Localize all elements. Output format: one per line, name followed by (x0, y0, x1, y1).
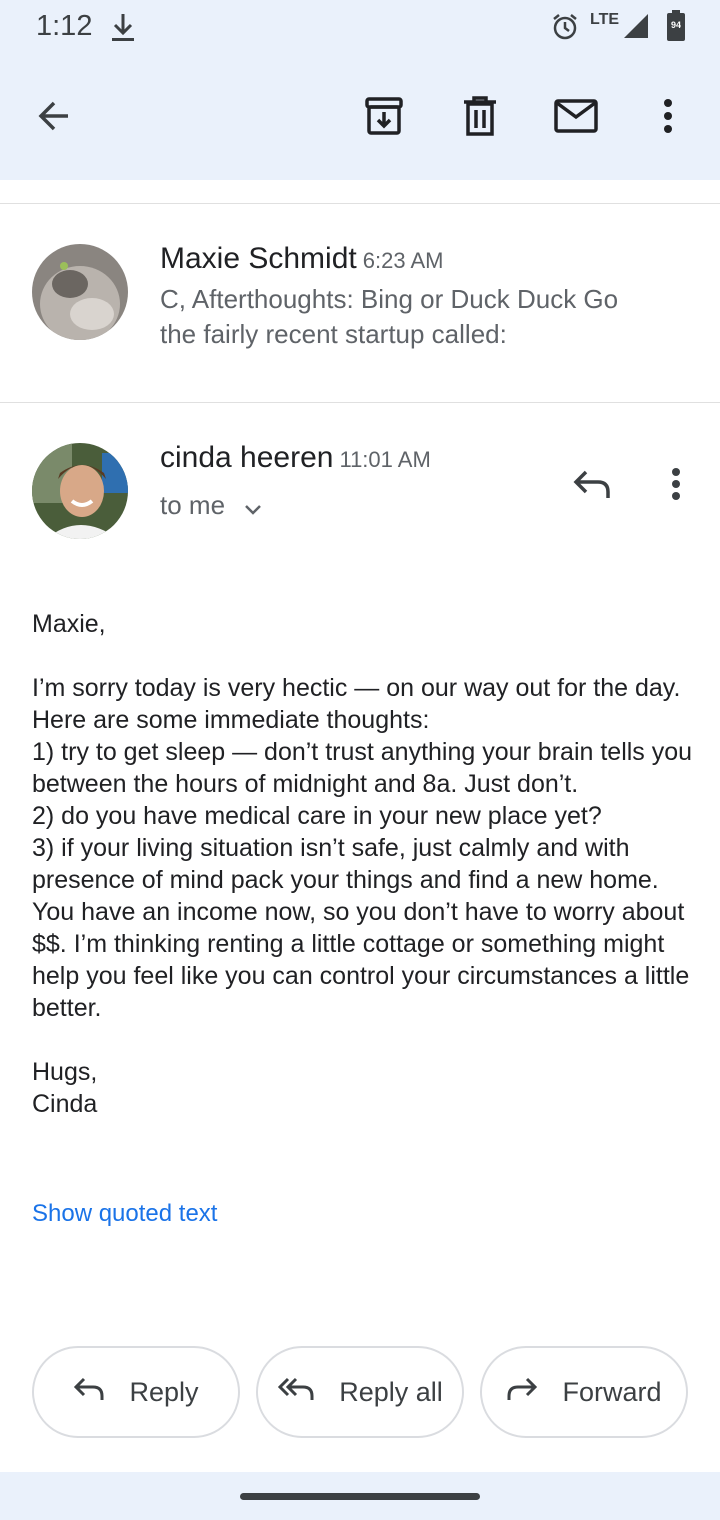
download-icon (110, 12, 136, 49)
status-bar: 1:12 LTE 94 (0, 0, 720, 56)
body-point: 2) do you have medical care in your new … (32, 802, 602, 830)
divider (0, 203, 720, 204)
status-time: 1:12 (36, 10, 93, 42)
battery-level: 94 (670, 20, 681, 30)
chevron-down-icon (244, 492, 262, 523)
recipient-details-toggle[interactable]: to me (160, 490, 262, 523)
home-gesture-handle[interactable] (240, 1493, 480, 1500)
more-vert-icon[interactable] (644, 92, 692, 140)
mark-unread-icon[interactable] (552, 92, 600, 140)
alarm-icon (550, 12, 580, 47)
body-point: 3) if your living situation isn’t safe, … (32, 834, 690, 1022)
recipient-label: to me (160, 490, 226, 520)
top-app-bar: 1:12 LTE 94 (0, 0, 720, 180)
sender-name: cinda heeren 11:01 AM (160, 441, 431, 474)
forward-icon (506, 1376, 538, 1409)
body-paragraph: I’m sorry today is very hectic — on our … (32, 674, 681, 734)
reply-all-button[interactable]: Reply all (256, 1346, 464, 1438)
signal-icon (622, 12, 650, 45)
message-time: 6:23 AM (362, 248, 444, 273)
signature: Cinda (32, 1090, 98, 1118)
navigation-bar (0, 1472, 720, 1520)
archive-icon[interactable] (360, 92, 408, 140)
message-snippet: C, Afterthoughts: Bing or Duck Duck Go t… (160, 284, 619, 349)
delete-icon[interactable] (456, 92, 504, 140)
forward-label: Forward (562, 1376, 662, 1407)
reply-icon[interactable] (568, 462, 616, 506)
divider (0, 402, 720, 403)
signoff: Hugs, (32, 1058, 98, 1086)
avatar (32, 244, 128, 340)
message-body: Maxie, I’m sorry today is very hectic — … (32, 608, 702, 1120)
body-point: 1) try to get sleep — don’t trust anythi… (32, 738, 693, 798)
network-type: LTE (590, 11, 620, 28)
reply-label: Reply (129, 1376, 199, 1407)
message-time: 11:01 AM (339, 447, 431, 472)
avatar (32, 443, 128, 539)
back-arrow-icon[interactable] (30, 92, 78, 140)
more-vert-icon[interactable] (664, 462, 688, 506)
forward-button[interactable]: Forward (480, 1346, 688, 1438)
reply-all-label: Reply all (339, 1376, 443, 1407)
reply-all-icon (277, 1376, 315, 1409)
show-quoted-text-link[interactable]: Show quoted text (32, 1200, 217, 1228)
reply-button[interactable]: Reply (32, 1346, 240, 1438)
sender-name: Maxie Schmidt 6:23 AM (160, 242, 444, 275)
greeting: Maxie, (32, 610, 106, 638)
reply-icon (73, 1376, 105, 1409)
